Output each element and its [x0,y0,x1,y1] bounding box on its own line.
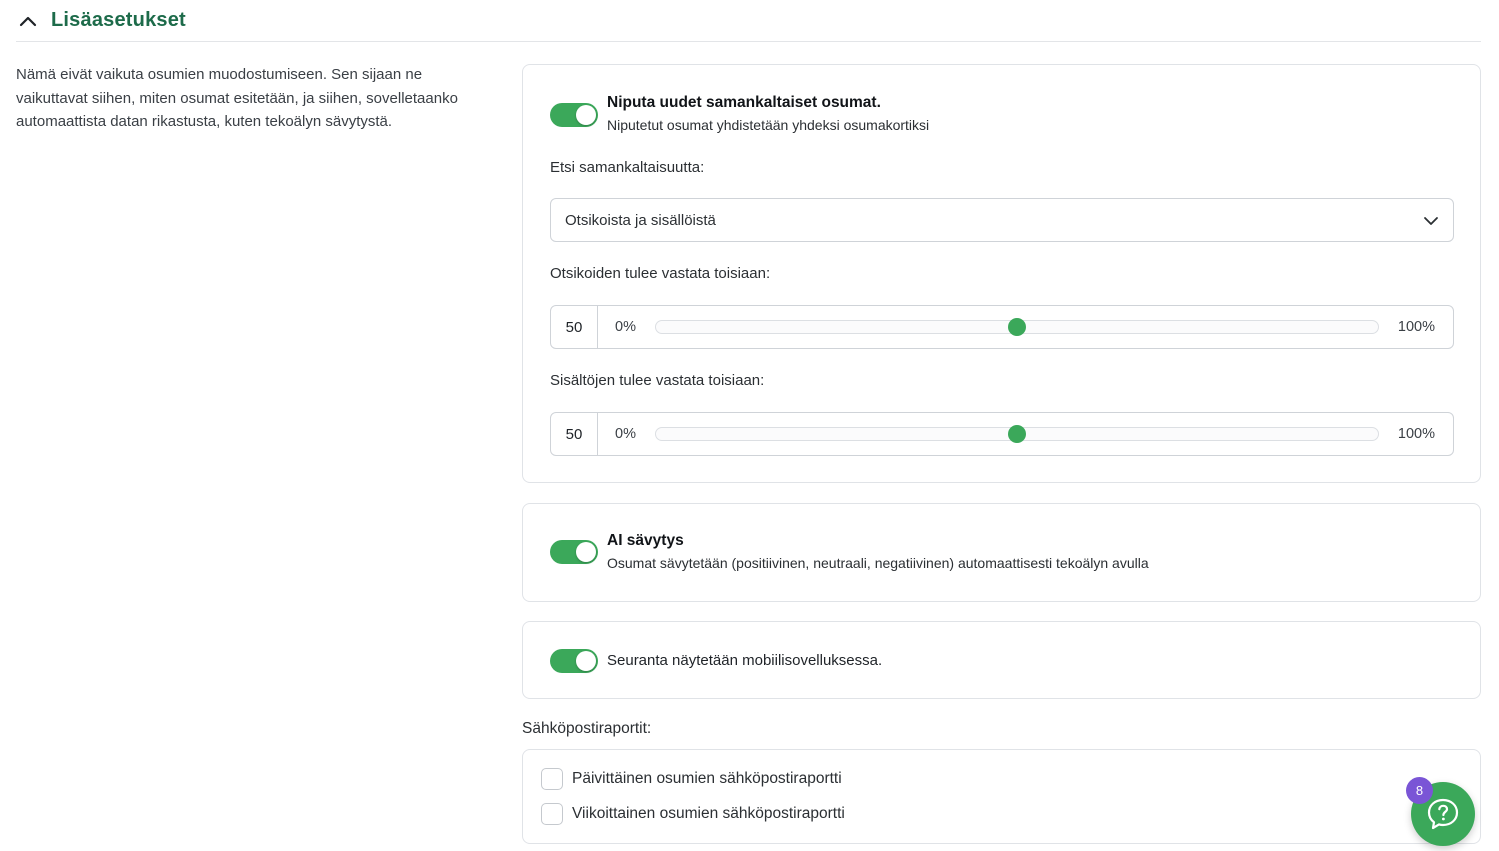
weekly-report-checkbox[interactable] [541,803,563,825]
daily-report-checkbox[interactable] [541,768,563,790]
content-match-value[interactable]: 50 [551,413,598,455]
similarity-select[interactable]: Otsikoista ja sisällöistä [550,198,1454,242]
weekly-report-label: Viikoittainen osumien sähköpostiraportti [572,805,845,822]
ai-tone-title: AI sävytys [607,532,684,549]
weekly-report-option[interactable]: Viikoittainen osumien sähköpostiraportti [541,803,845,825]
title-match-value[interactable]: 50 [551,306,598,348]
slider-min-label: 0% [615,426,636,442]
slider-thumb[interactable] [1008,425,1026,443]
mobile-label: Seuranta näytetään mobiilisovelluksessa. [607,652,883,669]
help-notification-badge: 8 [1406,777,1433,804]
title-match-label: Otsikoiden tulee vastata toisiaan: [550,265,771,282]
grouping-subtitle: Niputetut osumat yhdistetään yhdeksi osu… [607,117,930,133]
ai-tone-card: AI sävytys Osumat sävytetään (positiivin… [522,503,1481,602]
content-match-slider: 50 0% 100% [550,412,1454,456]
grouping-toggle[interactable] [550,103,598,127]
question-icon [1427,798,1459,830]
email-reports-card: Päivittäinen osumien sähköpostiraportti … [522,749,1481,844]
daily-report-option[interactable]: Päivittäinen osumien sähköpostiraportti [541,768,842,790]
toggle-knob [576,105,596,125]
grouping-title: Niputa uudet samankaltaiset osumat. [607,94,881,111]
content-match-label: Sisältöjen tulee vastata toisiaan: [550,372,765,389]
collapse-chevron-up-icon[interactable] [16,9,40,33]
grouping-card: Niputa uudet samankaltaiset osumat. Nipu… [522,64,1481,483]
ai-tone-subtitle: Osumat sävytetään (positiivinen, neutraa… [607,555,1149,571]
mobile-toggle[interactable] [550,649,598,673]
chevron-down-icon [1424,217,1438,225]
slider-max-label: 100% [1397,426,1435,442]
similarity-select-value: Otsikoista ja sisällöistä [565,211,716,229]
slider-max-label: 100% [1397,319,1435,335]
toggle-knob [576,651,596,671]
daily-report-label: Päivittäinen osumien sähköpostiraportti [572,770,842,787]
slider-min-label: 0% [615,319,636,335]
section-description: Nämä eivät vaikuta osumien muodostumisee… [16,66,458,130]
title-match-slider: 50 0% 100% [550,305,1454,349]
section-header: Lisäasetukset [16,0,1481,42]
email-reports-heading: Sähköpostiraportit: [522,720,652,737]
section-title: Lisäasetukset [51,9,186,31]
slider-thumb[interactable] [1008,318,1026,336]
toggle-knob [576,542,596,562]
similarity-label: Etsi samankaltaisuutta: [550,159,705,176]
ai-tone-toggle[interactable] [550,540,598,564]
mobile-card: Seuranta näytetään mobiilisovelluksessa. [522,621,1481,699]
